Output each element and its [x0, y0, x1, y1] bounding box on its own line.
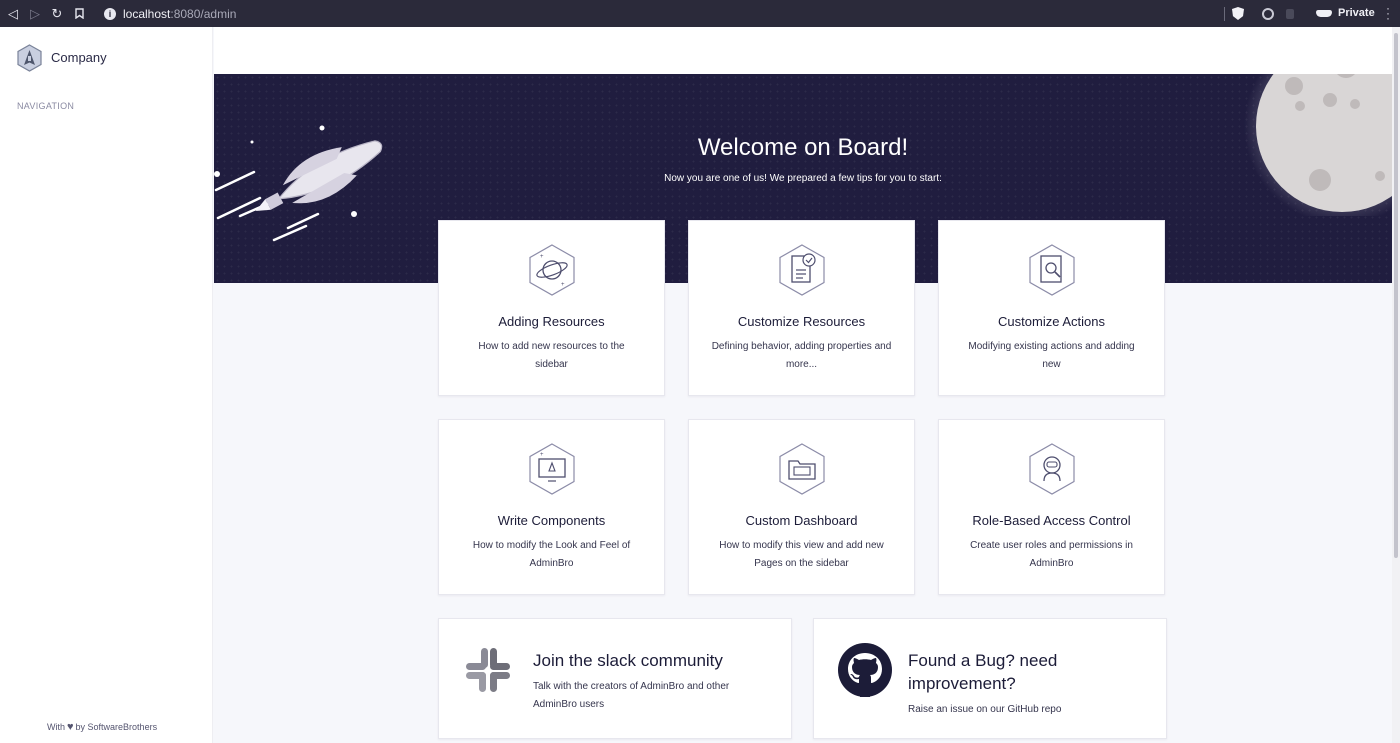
svg-text:+: +	[540, 452, 544, 458]
github-description: Raise an issue on our GitHub repo	[908, 704, 1062, 715]
menu-icon[interactable]: · · ·	[1386, 2, 1390, 24]
card-title: Custom Dashboard	[745, 513, 858, 528]
card-title: Customize Resources	[737, 314, 866, 329]
forward-icon[interactable]: ▷	[24, 0, 46, 27]
astronaut-icon	[1029, 443, 1075, 495]
company-name[interactable]: Company	[51, 50, 107, 65]
bookmark-icon[interactable]	[68, 0, 90, 27]
svg-text:+: +	[561, 282, 565, 288]
card-description: How to modify the Look and Feel of Admin…	[472, 540, 631, 569]
company-logo-icon[interactable]	[16, 44, 43, 72]
card-customize-resources[interactable]: Customize Resources Defining behavior, a…	[688, 220, 915, 396]
slack-description: Talk with the creators of AdminBro and o…	[533, 681, 730, 710]
sidebar-footer: With ♥ by SoftwareBrothers	[47, 721, 157, 733]
planet-icon: + +	[529, 244, 575, 296]
footer-suffix[interactable]: by SoftwareBrothers	[76, 722, 158, 732]
scrollbar-thumb[interactable]	[1394, 33, 1398, 558]
card-title: Customize Actions	[998, 314, 1105, 329]
card-title: Adding Resources	[498, 314, 605, 329]
card-title: Write Components	[497, 513, 606, 528]
url-host: localhost	[123, 6, 171, 21]
card-description: How to add new resources to the sidebar	[478, 341, 625, 370]
hero-subtitle: Now you are one of us! We prepared a few…	[664, 173, 942, 184]
url-divider	[1224, 7, 1225, 21]
github-title-line1: Found a Bug? need	[908, 651, 1058, 670]
browser-toolbar: ◁ ▷ ↻ i localhost:8080/admin Private · · ·	[0, 0, 1400, 27]
card-title: Role-Based Access Control	[972, 513, 1131, 528]
document-search-icon	[1029, 244, 1075, 296]
card-description: Defining behavior, adding properties and…	[711, 341, 892, 370]
card-description: How to modify this view and add new Page…	[719, 540, 884, 569]
navigation-heading: NAVIGATION	[17, 101, 75, 111]
github-title: Found a Bug? need improvement?	[908, 649, 1057, 695]
moon-illustration	[1244, 74, 1392, 216]
github-issue-card[interactable]: Found a Bug? need improvement? Raise an i…	[813, 618, 1167, 739]
info-icon[interactable]: i	[104, 7, 116, 20]
document-check-icon	[779, 244, 825, 296]
slack-icon	[466, 648, 510, 692]
reload-icon[interactable]: ↻	[46, 0, 68, 27]
extension-icon[interactable]	[1262, 8, 1274, 20]
github-title-line2: improvement?	[908, 674, 1016, 693]
sidebar: Company NAVIGATION With ♥ by SoftwareBro…	[0, 27, 213, 743]
folder-icon	[779, 443, 825, 495]
wallet-icon[interactable]	[1286, 9, 1294, 19]
back-icon[interactable]: ◁	[2, 0, 24, 27]
card-write-components[interactable]: + Write Components How to modify the Loo…	[438, 419, 665, 595]
hero-title: Welcome on Board!	[697, 134, 909, 161]
private-label: Private	[1338, 7, 1375, 19]
url-text: localhost:8080/admin	[123, 7, 236, 21]
card-description: Create user roles and permissions in Adm…	[970, 540, 1133, 569]
heart-icon: ♥	[67, 721, 74, 733]
slack-title: Join the slack community	[533, 651, 723, 670]
private-mask-icon	[1316, 9, 1332, 17]
monitor-icon: +	[529, 443, 575, 495]
card-adding-resources[interactable]: + + Adding Resources How to add new reso…	[438, 220, 665, 396]
footer-prefix: With	[47, 722, 65, 732]
card-role-based-access[interactable]: Role-Based Access Control Create user ro…	[938, 419, 1165, 595]
svg-text:+: +	[540, 254, 544, 260]
card-description: Modifying existing actions and adding ne…	[968, 341, 1135, 370]
github-icon	[838, 643, 892, 697]
card-custom-dashboard[interactable]: Custom Dashboard How to modify this view…	[688, 419, 915, 595]
top-bar	[214, 27, 1392, 74]
url-path: :8080/admin	[170, 6, 237, 21]
private-indicator[interactable]: Private	[1316, 7, 1375, 19]
slack-community-card[interactable]: Join the slack community Talk with the c…	[438, 618, 792, 739]
card-customize-actions[interactable]: Customize Actions Modifying existing act…	[938, 220, 1165, 396]
address-bar[interactable]: i localhost:8080/admin	[96, 4, 1252, 23]
